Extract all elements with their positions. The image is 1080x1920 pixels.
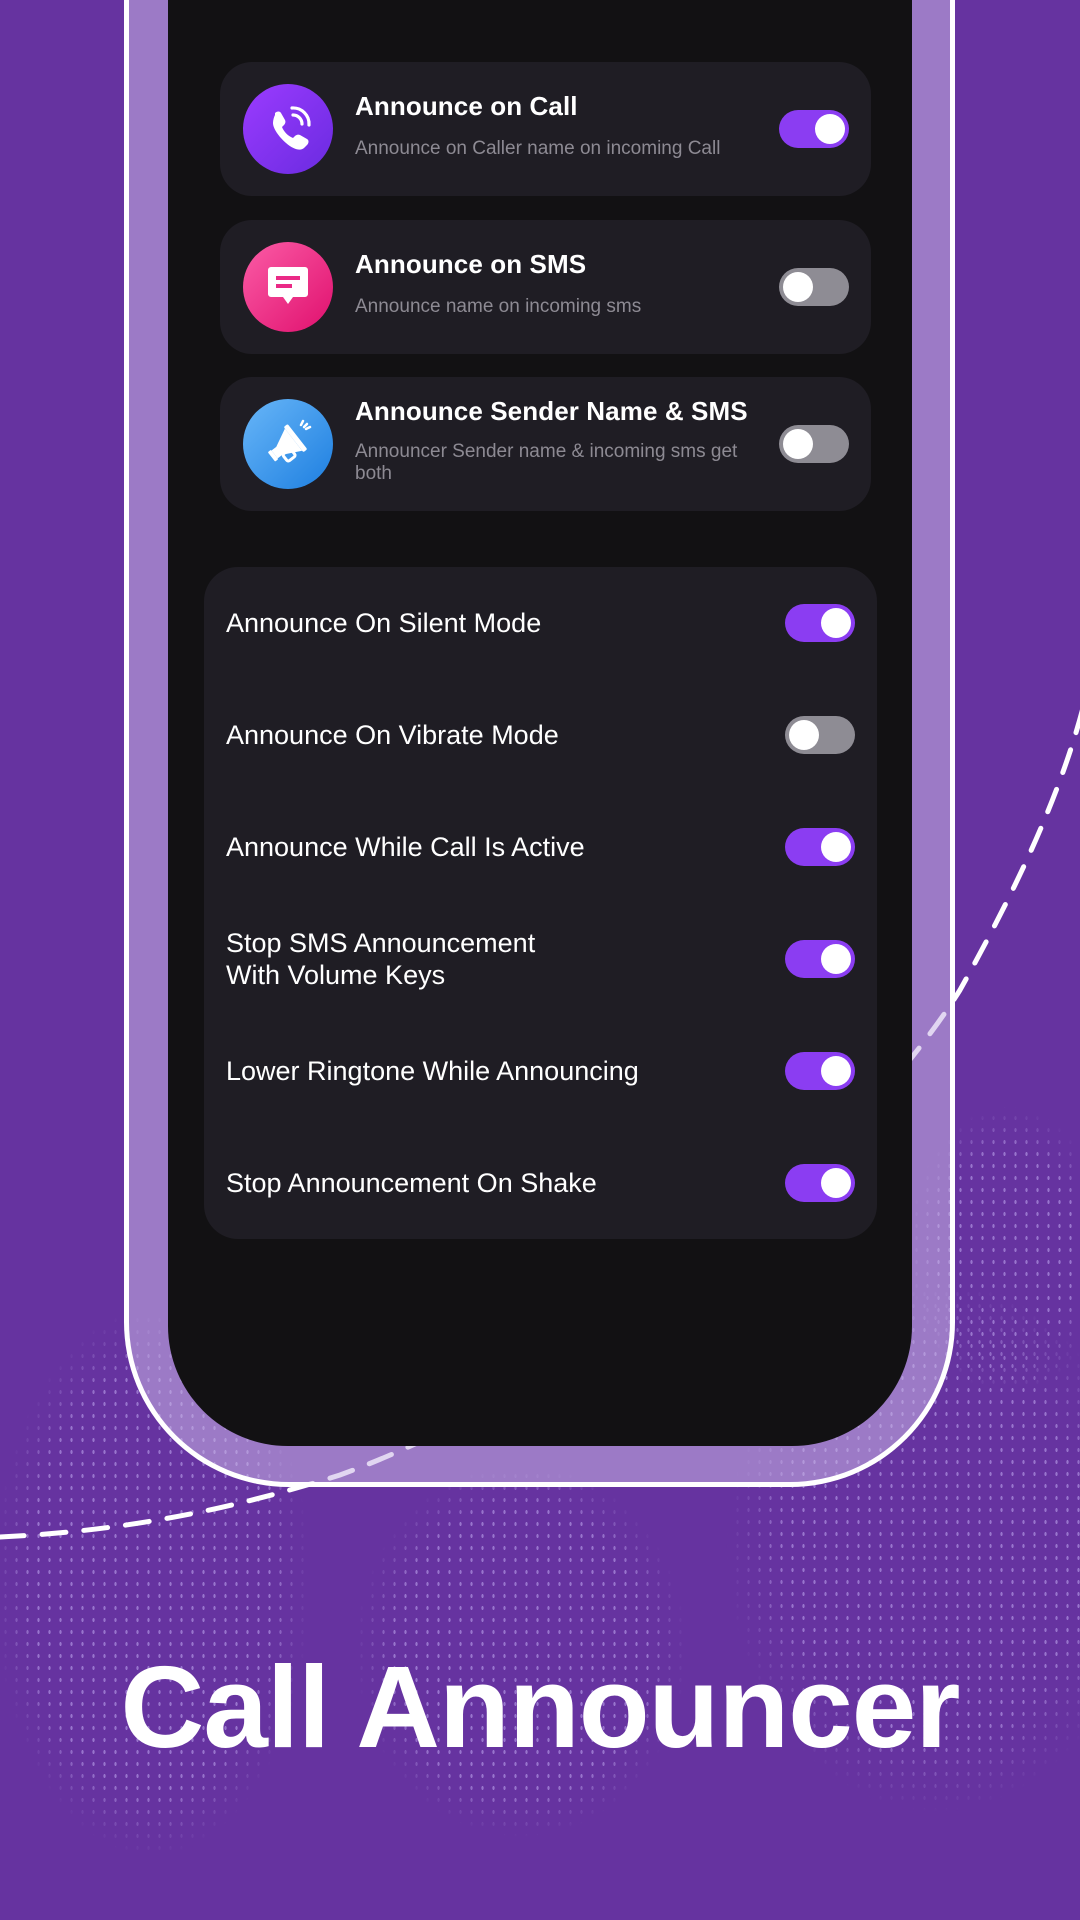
call-active-toggle[interactable] (785, 828, 855, 866)
lower-ringtone-toggle[interactable] (785, 1052, 855, 1090)
card-title: Announce on Call (355, 91, 578, 121)
headline-title: Call Announcer (120, 1642, 961, 1772)
toggle-knob (821, 944, 851, 974)
setting-row-vibrate-mode: Announce On Vibrate Mode (204, 679, 877, 791)
silent-mode-toggle[interactable] (785, 604, 855, 642)
phone-call-icon (243, 84, 333, 174)
volume-keys-toggle[interactable] (785, 940, 855, 978)
setting-label: Announce On Silent Mode (226, 608, 542, 638)
announce-sender-toggle[interactable] (779, 425, 849, 463)
megaphone-icon (243, 399, 333, 489)
vibrate-mode-toggle[interactable] (785, 716, 855, 754)
announce-sms-toggle[interactable] (779, 268, 849, 306)
shake-toggle[interactable] (785, 1164, 855, 1202)
message-bubble-icon (243, 242, 333, 332)
settings-panel: Announce On Silent Mode Announce On Vibr… (204, 567, 877, 1239)
card-title: Announce on SMS (355, 249, 587, 279)
toggle-knob (789, 720, 819, 750)
setting-row-volume-keys: Stop SMS Announcement With Volume Keys (204, 903, 877, 1015)
feature-card-announce-call: Announce on Call Announce on Caller name… (220, 62, 871, 196)
feature-card-announce-sms: Announce on SMS Announce name on incomin… (220, 220, 871, 354)
toggle-knob (783, 272, 813, 302)
card-title: Announce Sender Name & SMS (355, 396, 748, 426)
toggle-knob (815, 114, 845, 144)
setting-row-silent-mode: Announce On Silent Mode (204, 567, 877, 679)
setting-label: Announce On Vibrate Mode (226, 720, 559, 750)
setting-label: Announce While Call Is Active (226, 832, 585, 862)
setting-label: Stop SMS Announcement With Volume Keys (226, 928, 536, 990)
announce-call-toggle[interactable] (779, 110, 849, 148)
setting-label: Stop Announcement On Shake (226, 1168, 597, 1198)
card-subtitle: Announce on Caller name on incoming Call (355, 138, 721, 159)
feature-card-announce-sender: Announce Sender Name & SMS Announcer Sen… (220, 377, 871, 511)
card-subtitle: Announce name on incoming sms (355, 296, 642, 317)
toggle-knob (821, 1168, 851, 1198)
toggle-knob (783, 429, 813, 459)
setting-row-call-active: Announce While Call Is Active (204, 791, 877, 903)
setting-row-shake: Stop Announcement On Shake (204, 1127, 877, 1239)
setting-label: Lower Ringtone While Announcing (226, 1056, 639, 1086)
toggle-knob (821, 608, 851, 638)
card-subtitle: Announcer Sender name & incoming sms get… (355, 441, 738, 484)
toggle-knob (821, 1056, 851, 1086)
toggle-knob (821, 832, 851, 862)
setting-row-lower-ringtone: Lower Ringtone While Announcing (204, 1015, 877, 1127)
